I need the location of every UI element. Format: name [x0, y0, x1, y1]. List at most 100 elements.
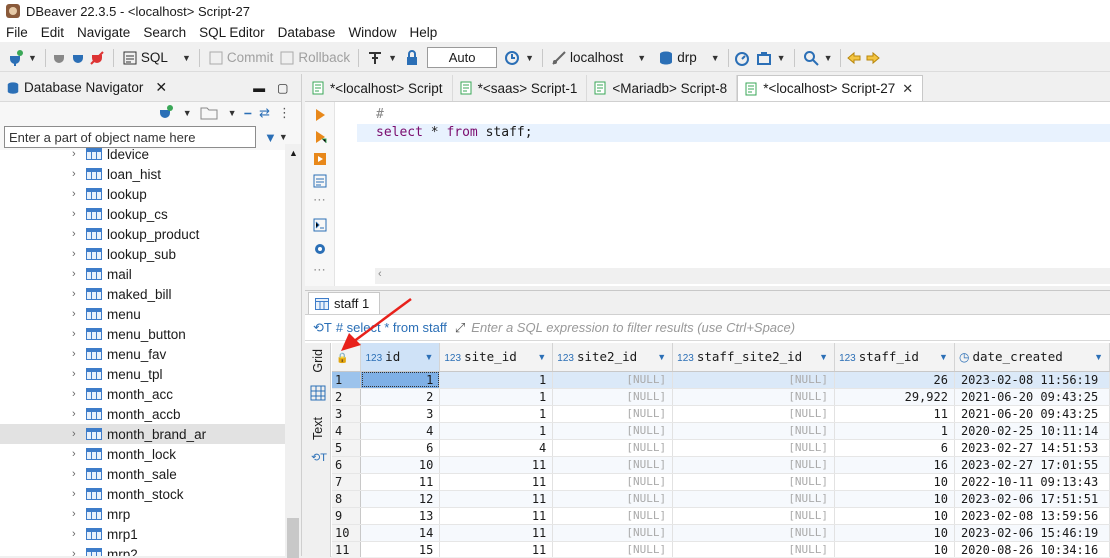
chevron-right-icon[interactable]: › — [72, 188, 82, 200]
filter-query-label[interactable]: # select * from staff — [336, 320, 447, 335]
disconnect-all-icon[interactable] — [89, 50, 105, 66]
editor-tab-2[interactable]: <Mariadb> Script-8 — [587, 75, 738, 101]
table-cell[interactable]: 2023-02-06 17:51:51 — [954, 490, 1110, 508]
column-header-site-id[interactable]: 123 site_id ▼ — [439, 343, 554, 372]
menu-sql-editor[interactable]: SQL Editor — [199, 25, 265, 40]
table-cell[interactable]: 10 — [834, 524, 955, 542]
tree-item-maked-bill[interactable]: › maked_bill — [0, 284, 285, 304]
commit-button[interactable]: Commit — [205, 47, 277, 69]
active-database-selector[interactable]: drp ▼ — [655, 47, 722, 69]
chevron-right-icon[interactable]: › — [72, 548, 82, 556]
menu-help[interactable]: Help — [409, 25, 437, 40]
chevron-right-icon[interactable]: › — [72, 428, 82, 440]
table-cell[interactable]: [NULL] — [552, 541, 674, 557]
close-icon[interactable]: ✕ — [155, 79, 167, 96]
sort-icon[interactable]: ▼ — [1094, 352, 1103, 362]
table-cell[interactable]: 11 — [439, 473, 554, 491]
table-cell[interactable]: [NULL] — [672, 473, 836, 491]
editor-tab-3[interactable]: *<localhost> Script-27 ✕ — [737, 75, 924, 101]
chevron-right-icon[interactable]: › — [72, 408, 82, 420]
scroll-left-icon[interactable]: ‹ — [378, 268, 382, 280]
table-cell[interactable]: [NULL] — [552, 388, 674, 406]
auto-commit-field[interactable]: Auto — [427, 47, 498, 68]
column-header-date-created[interactable]: ◷ date_created ▼ — [954, 343, 1110, 372]
view-menu-icon[interactable]: ⋮ — [278, 105, 291, 121]
chevron-down-icon[interactable]: ▼ — [711, 53, 720, 63]
row-number-cell[interactable]: 5 — [332, 439, 362, 457]
table-cell[interactable]: [NULL] — [672, 524, 836, 542]
row-number-header[interactable]: 🔒 — [332, 343, 362, 372]
chevron-right-icon[interactable]: › — [72, 388, 82, 400]
table-cell[interactable]: 2023-02-27 14:51:53 — [954, 439, 1110, 457]
tree-item-mrp[interactable]: › mrp — [0, 504, 285, 524]
sort-icon[interactable]: ▼ — [537, 352, 546, 362]
menu-window[interactable]: Window — [348, 25, 396, 40]
scroll-up-icon[interactable]: ▲ — [289, 148, 298, 158]
sql-editor-button[interactable]: SQL ▼ — [119, 47, 194, 69]
table-cell[interactable]: 15 — [360, 541, 441, 557]
menu-edit[interactable]: Edit — [41, 25, 64, 40]
connect-icon[interactable] — [51, 50, 67, 66]
tree-item-lookup[interactable]: › lookup — [0, 184, 285, 204]
row-number-cell[interactable]: 10 — [332, 524, 362, 542]
tree-item-menu-fav[interactable]: › menu_fav — [0, 344, 285, 364]
tree-item-menu[interactable]: › menu — [0, 304, 285, 324]
settings-gear-icon[interactable] — [313, 242, 327, 256]
menu-file[interactable]: File — [6, 25, 28, 40]
chevron-down-icon[interactable]: ▼ — [637, 53, 646, 63]
table-row[interactable]: 1 1 1 [NULL] [NULL] 26 2023-02-08 11:56:19 — [332, 371, 1110, 389]
expand-filter-icon[interactable]: ⤢ — [455, 320, 465, 336]
new-connection-icon[interactable] — [157, 105, 173, 121]
table-row[interactable]: 3 3 1 [NULL] [NULL] 11 2021-06-20 09:43:25 — [332, 405, 1110, 423]
row-number-cell[interactable]: 3 — [332, 405, 362, 423]
chevron-down-icon[interactable]: ▼ — [525, 53, 534, 63]
tree-item-menu-button[interactable]: › menu_button — [0, 324, 285, 344]
table-cell[interactable]: 11 — [834, 405, 955, 423]
table-cell[interactable]: 1 — [834, 422, 955, 440]
table-cell[interactable]: 14 — [360, 524, 441, 542]
table-cell[interactable]: [NULL] — [552, 405, 674, 423]
table-row[interactable]: 2 2 1 [NULL] [NULL] 29,922 2021-06-20 09:43:25 — [332, 388, 1110, 406]
table-cell[interactable]: [NULL] — [552, 439, 674, 457]
table-row[interactable]: 6 10 11 [NULL] [NULL] 16 2023-02-27 17:01:55 — [332, 456, 1110, 474]
table-cell[interactable]: [NULL] — [552, 422, 674, 440]
table-cell[interactable]: 2022-10-11 09:13:43 — [954, 473, 1110, 491]
chevron-right-icon[interactable]: › — [72, 368, 82, 380]
sort-icon[interactable]: ▼ — [657, 352, 666, 362]
table-cell[interactable]: 2020-02-25 10:11:14 — [954, 422, 1110, 440]
row-number-cell[interactable]: 8 — [332, 490, 362, 508]
chevron-right-icon[interactable]: › — [72, 308, 82, 320]
table-cell[interactable]: 10 — [360, 456, 441, 474]
table-cell[interactable]: 1 — [360, 371, 441, 389]
table-cell[interactable]: [NULL] — [552, 490, 674, 508]
tree-item-month-accb[interactable]: › month_accb — [0, 404, 285, 424]
explain-plan-icon[interactable] — [313, 174, 327, 188]
tree-item-mail[interactable]: › mail — [0, 264, 285, 284]
chevron-down-icon[interactable]: ▼ — [279, 132, 288, 142]
column-header-site2-id[interactable]: 123 site2_id ▼ — [552, 343, 674, 372]
table-cell[interactable]: 2021-06-20 09:43:25 — [954, 405, 1110, 423]
chevron-right-icon[interactable]: › — [72, 448, 82, 460]
chevron-right-icon[interactable]: › — [72, 348, 82, 360]
editor-horizontal-scrollbar[interactable]: ‹ — [375, 268, 1110, 284]
tree-item-loan-hist[interactable]: › loan_hist — [0, 164, 285, 184]
chevron-down-icon[interactable]: ▼ — [388, 53, 397, 63]
chevron-down-icon[interactable]: ▼ — [777, 53, 786, 63]
table-cell[interactable]: 26 — [834, 371, 955, 389]
row-number-cell[interactable]: 1 — [332, 371, 362, 389]
chevron-down-icon[interactable]: ▼ — [824, 53, 833, 63]
table-cell[interactable]: 11 — [439, 524, 554, 542]
row-number-cell[interactable]: 6 — [332, 456, 362, 474]
minimize-icon[interactable]: ▬ — [253, 81, 265, 95]
text-view-tab[interactable]: Text — [311, 417, 325, 440]
close-icon[interactable]: ✕ — [902, 81, 913, 97]
table-cell[interactable]: [NULL] — [672, 456, 836, 474]
scrollbar-thumb[interactable] — [287, 518, 299, 558]
table-cell[interactable]: 1 — [439, 388, 554, 406]
rollback-button[interactable]: Rollback — [276, 47, 353, 69]
table-row[interactable]: 7 11 11 [NULL] [NULL] 10 2022-10-11 09:13:43 — [332, 473, 1110, 491]
table-cell[interactable]: 2023-02-08 13:59:56 — [954, 507, 1110, 525]
table-cell[interactable]: 10 — [834, 507, 955, 525]
history-button[interactable]: ▼ — [501, 47, 537, 69]
tree-item-lookup-cs[interactable]: › lookup_cs — [0, 204, 285, 224]
